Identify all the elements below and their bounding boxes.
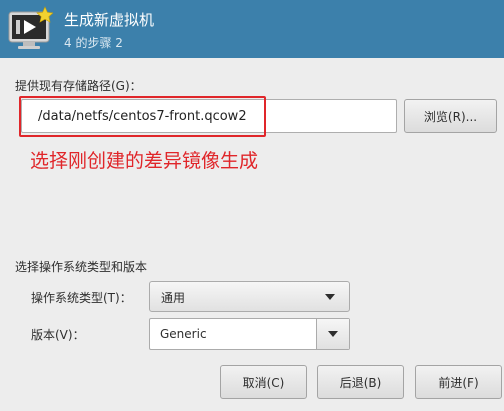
annotation-text: 选择刚创建的差异镜像生成 [30, 150, 259, 172]
os-type-select[interactable]: 通用 [149, 281, 350, 312]
wizard-title: 生成新虚拟机 [64, 11, 155, 29]
browse-button[interactable]: 浏览(R)... [404, 99, 497, 133]
forward-button[interactable]: 前进(F) [415, 365, 502, 399]
chevron-down-icon [328, 331, 338, 337]
version-label: 版本(V)： [31, 328, 85, 342]
back-button[interactable]: 后退(B) [317, 365, 404, 399]
version-value[interactable]: Generic [160, 327, 207, 341]
storage-path-label: 提供现有存储路径(G)： [15, 79, 142, 93]
os-type-label: 操作系统类型(T)： [31, 291, 132, 305]
cancel-button[interactable]: 取消(C) [220, 365, 307, 399]
version-dropdown-button[interactable] [316, 319, 349, 349]
storage-path-input[interactable] [21, 99, 397, 133]
os-section-label: 选择操作系统类型和版本 [15, 260, 148, 274]
version-combo[interactable]: Generic [149, 318, 350, 350]
chevron-down-icon [325, 294, 335, 300]
wizard-header: 生成新虚拟机 4 的步骤 2 [0, 0, 504, 58]
wizard-step-indicator: 4 的步骤 2 [64, 36, 123, 50]
os-type-value: 通用 [161, 291, 186, 305]
monitor-play-star-icon [8, 6, 53, 49]
